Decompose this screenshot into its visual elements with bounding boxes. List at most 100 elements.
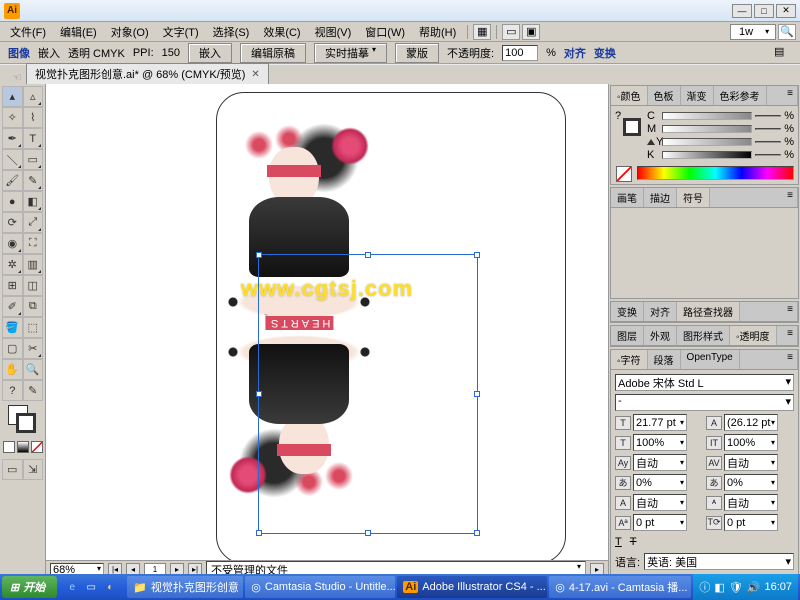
tab-symbols[interactable]: 符号 [677, 188, 710, 207]
tab-opentype[interactable]: OpenType [681, 350, 740, 369]
scale-tool[interactable]: ⤢ [23, 212, 44, 233]
underline-toggle[interactable]: T [615, 536, 622, 548]
graph-tool[interactable]: ▥ [23, 254, 44, 275]
kern-a-field[interactable]: 自动▾ [633, 494, 687, 511]
tray-icon[interactable]: 🛡 [729, 581, 743, 594]
language-select[interactable]: 英语: 美国▾ [644, 553, 794, 570]
spectrum-bar[interactable] [637, 166, 794, 180]
menu-effect[interactable]: 效果(C) [257, 22, 306, 42]
tab-color-guide[interactable]: 色彩参考 [714, 86, 767, 105]
free-transform-tool[interactable]: ⛶ [23, 233, 44, 254]
menu-file[interactable]: 文件(F) [4, 22, 52, 42]
live-paint-select-tool[interactable]: ⬚ [23, 317, 44, 338]
tab-stroke[interactable]: 描边 [644, 188, 677, 207]
baseline-b-field[interactable]: 0%▾ [724, 474, 778, 491]
kerning-field[interactable]: 自动▾ [633, 454, 687, 471]
magic-wand-tool[interactable]: ✧ [2, 107, 23, 128]
ql-desktop-icon[interactable]: ▭ [82, 578, 100, 596]
artboard-tool[interactable]: ▢ [2, 338, 23, 359]
menu-type[interactable]: 文字(T) [157, 22, 205, 42]
tab-appearance[interactable]: 外观 [644, 326, 677, 345]
panel-menu-icon[interactable]: ≡ [783, 302, 798, 321]
menu-window[interactable]: 窗口(W) [359, 22, 411, 42]
rotate-char-field[interactable]: 0 pt▾ [724, 514, 778, 531]
selection-tool[interactable]: ▴ [2, 86, 23, 107]
paintbrush-tool[interactable]: 🖌 [2, 170, 23, 191]
menu-help[interactable]: 帮助(H) [413, 22, 462, 42]
tab-color[interactable]: ◦颜色 [611, 86, 648, 105]
tab-gradient[interactable]: 渐变 [681, 86, 714, 105]
tab-swatches[interactable]: 色板 [648, 86, 681, 105]
search-icon[interactable]: 🔍 [778, 24, 796, 40]
panel-menu-icon[interactable]: ≡ [783, 188, 798, 207]
tab-character[interactable]: ◦字符 [611, 350, 648, 369]
magenta-slider[interactable] [662, 125, 752, 133]
menu-object[interactable]: 对象(O) [105, 22, 155, 42]
fill-stroke-control[interactable] [8, 405, 38, 435]
clock[interactable]: 16:07 [764, 581, 792, 593]
vscale-field[interactable]: 100%▾ [724, 434, 778, 451]
screen-normal-icon[interactable]: ▭ [2, 459, 23, 480]
black-value[interactable] [755, 154, 781, 156]
live-trace-button[interactable]: 实时描摹▾ [314, 43, 387, 63]
eyedropper-tool[interactable]: ✐ [2, 296, 23, 317]
font-family-select[interactable]: Adobe 宋体 Std L▾ [615, 374, 794, 391]
yellow-value[interactable] [755, 141, 781, 143]
mask-button[interactable]: 蒙版 [395, 43, 439, 63]
pencil-tool[interactable]: ✎ [23, 170, 44, 191]
tab-align[interactable]: 对齐 [644, 302, 677, 321]
start-button[interactable]: ⊞开始 [2, 576, 57, 598]
edit-original-button[interactable]: 编辑原稿 [240, 43, 306, 63]
strikethrough-toggle[interactable]: T [630, 536, 637, 548]
leading-field[interactable]: (26.12 pt▾ [724, 414, 778, 431]
font-style-select[interactable]: -▾ [615, 394, 794, 411]
embed-button[interactable]: 嵌入 [188, 43, 232, 63]
cyan-value[interactable] [755, 115, 781, 117]
tracking-field[interactable]: 自动▾ [724, 454, 778, 471]
shift-a-field[interactable]: 0 pt▾ [633, 514, 687, 531]
arrange-doc-icon[interactable]: ▭ [502, 24, 520, 40]
tray-icon[interactable]: ◧ [714, 581, 724, 594]
stroke-swatch[interactable] [16, 413, 36, 433]
stroke-indicator[interactable] [623, 118, 641, 136]
mesh-tool[interactable]: ⊞ [2, 275, 23, 296]
magenta-value[interactable] [755, 128, 781, 130]
tab-pathfinder[interactable]: 路径查找器 [677, 302, 740, 321]
cyan-slider[interactable] [662, 112, 752, 120]
tab-graphic-styles[interactable]: 图形样式 [677, 326, 730, 345]
ql-ie-icon[interactable]: e [63, 578, 81, 596]
gradient-tool[interactable]: ◫ [23, 275, 44, 296]
eraser-tool[interactable]: ◧ [23, 191, 44, 212]
panel-menu-icon[interactable]: ≡ [783, 326, 798, 345]
rotate-tool[interactable]: ⟳ [2, 212, 23, 233]
workspace-switcher[interactable]: 1w▾ [730, 24, 776, 40]
tab-dropdown-icon[interactable]: ☜ [8, 71, 26, 84]
tray-icon[interactable]: 🔊 [747, 581, 761, 594]
yellow-slider[interactable] [662, 138, 752, 146]
rectangle-tool[interactable]: ▭ [23, 149, 44, 170]
system-tray[interactable]: ⓘ ◧ 🛡 🔊 16:07 [693, 574, 798, 600]
panel-menu-icon[interactable]: ≡ [783, 86, 798, 105]
type-tool[interactable]: T [23, 128, 44, 149]
gradient-mode-swatch[interactable] [17, 441, 29, 453]
edit-toolbar[interactable]: ✎ [23, 380, 44, 401]
menu-select[interactable]: 选择(S) [207, 22, 256, 42]
minimize-button[interactable]: — [732, 4, 752, 18]
line-tool[interactable]: ＼ [2, 149, 23, 170]
symbol-sprayer-tool[interactable]: ✲ [2, 254, 23, 275]
black-slider[interactable] [662, 151, 752, 159]
tab-layers[interactable]: 图层 [611, 326, 644, 345]
tab-close-icon[interactable]: ✕ [251, 69, 259, 80]
slice-tool[interactable]: ✂ [23, 338, 44, 359]
none-mode-swatch[interactable] [31, 441, 43, 453]
task-camtasia-studio[interactable]: ◎Camtasia Studio - Untitle... [245, 576, 395, 598]
task-illustrator[interactable]: AiAdobe Illustrator CS4 - ... [397, 576, 547, 598]
blend-tool[interactable]: ⧉ [23, 296, 44, 317]
tab-transform[interactable]: 变换 [611, 302, 644, 321]
direct-selection-tool[interactable]: ▵ [23, 86, 44, 107]
control-extras-icon[interactable]: ▤ [774, 45, 792, 61]
live-paint-tool[interactable]: 🪣 [2, 317, 23, 338]
task-folder[interactable]: 📁视觉扑克图形创意 [127, 576, 243, 598]
document-tab[interactable]: 视觉扑克图形创意.ai* @ 68% (CMYK/预览) ✕ [26, 63, 269, 84]
control-transform[interactable]: 变换 [594, 45, 616, 61]
